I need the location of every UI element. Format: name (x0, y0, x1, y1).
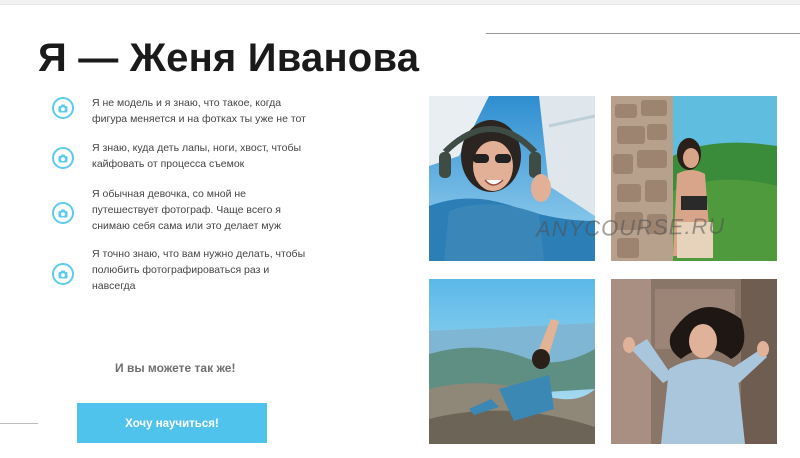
subtitle: И вы можете так же! (115, 361, 236, 375)
camera-icon (52, 202, 74, 224)
photo-mountain (429, 279, 595, 444)
camera-icon (52, 97, 74, 119)
camera-icon (52, 263, 74, 285)
page-title: Я — Женя Иванова (38, 35, 420, 80)
camera-icon (52, 147, 74, 169)
watermark: ANYCOURSE.RU (535, 213, 726, 242)
feature-text: Я обычная девочка, со мной не путешеству… (92, 188, 282, 232)
browser-strip (0, 0, 800, 5)
feature-text: Я знаю, куда деть лапы, ноги, хвост, что… (92, 142, 302, 170)
learn-button[interactable]: Хочу научиться! (77, 403, 267, 443)
feature-text: Я не модель и я знаю, что такое, когда ф… (92, 97, 306, 125)
feature-text: Я точно знаю, что вам нужно делать, чтоб… (92, 248, 306, 292)
photo-portrait (611, 279, 777, 444)
left-divider (0, 423, 38, 424)
title-divider (486, 33, 800, 34)
